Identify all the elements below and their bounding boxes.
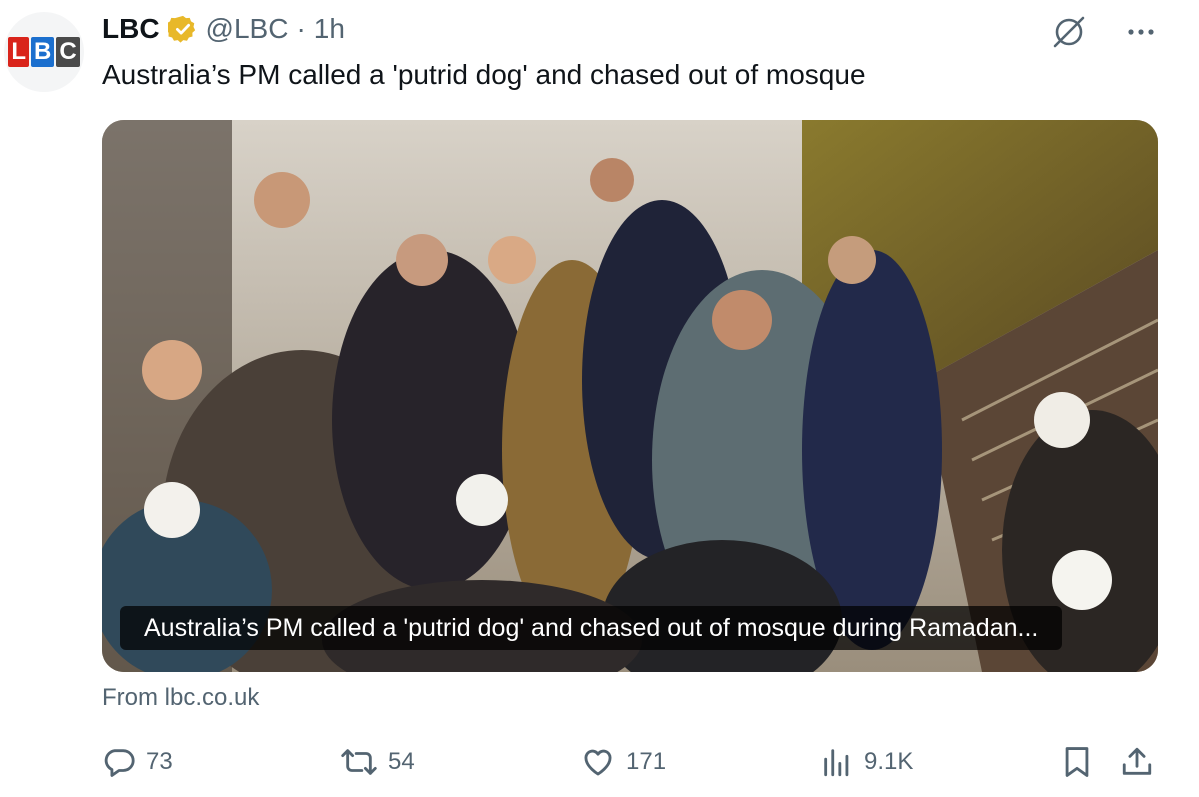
news-photo <box>102 120 1158 672</box>
logo-letter-c: C <box>56 37 80 67</box>
tweet-header: LBC @LBC · 1h <box>102 12 345 46</box>
card-source[interactable]: From lbc.co.uk <box>102 684 259 712</box>
account-handle[interactable]: @LBC <box>206 13 289 45</box>
like-icon <box>584 749 612 776</box>
reply-icon <box>104 749 135 777</box>
views-button[interactable]: 9.1K <box>820 740 913 784</box>
repost-button[interactable]: 54 <box>340 740 415 784</box>
reply-button[interactable]: 73 <box>102 740 173 784</box>
share-icon <box>1122 747 1152 775</box>
views-count: 9.1K <box>864 748 914 775</box>
link-card[interactable]: Australia’s PM called a 'putrid dog' and… <box>102 120 1158 672</box>
like-count: 171 <box>626 748 667 775</box>
timestamp[interactable]: 1h <box>314 13 345 45</box>
top-actions <box>1051 14 1159 50</box>
avatar[interactable]: L B C <box>4 12 84 92</box>
bookmark-button[interactable] <box>1060 740 1094 784</box>
share-button[interactable] <box>1120 740 1154 784</box>
grok-icon[interactable] <box>1051 14 1087 50</box>
logo-letter-l: L <box>8 37 29 67</box>
account-name[interactable]: LBC <box>102 13 160 45</box>
lbc-logo: L B C <box>8 37 80 67</box>
views-icon <box>824 749 849 777</box>
tweet-text: Australia’s PM called a 'putrid dog' and… <box>102 59 866 90</box>
repost-icon <box>341 749 377 775</box>
card-caption: Australia’s PM called a 'putrid dog' and… <box>120 606 1063 650</box>
like-button[interactable]: 171 <box>580 740 666 784</box>
reply-count: 73 <box>146 748 173 775</box>
repost-count: 54 <box>388 748 415 775</box>
verified-badge-icon <box>167 15 195 43</box>
logo-letter-b: B <box>30 37 55 67</box>
bookmark-icon <box>1065 747 1089 777</box>
action-bar: 73 54 171 9.1K <box>102 740 1162 784</box>
separator-dot: · <box>296 13 306 44</box>
more-icon[interactable] <box>1123 14 1159 50</box>
